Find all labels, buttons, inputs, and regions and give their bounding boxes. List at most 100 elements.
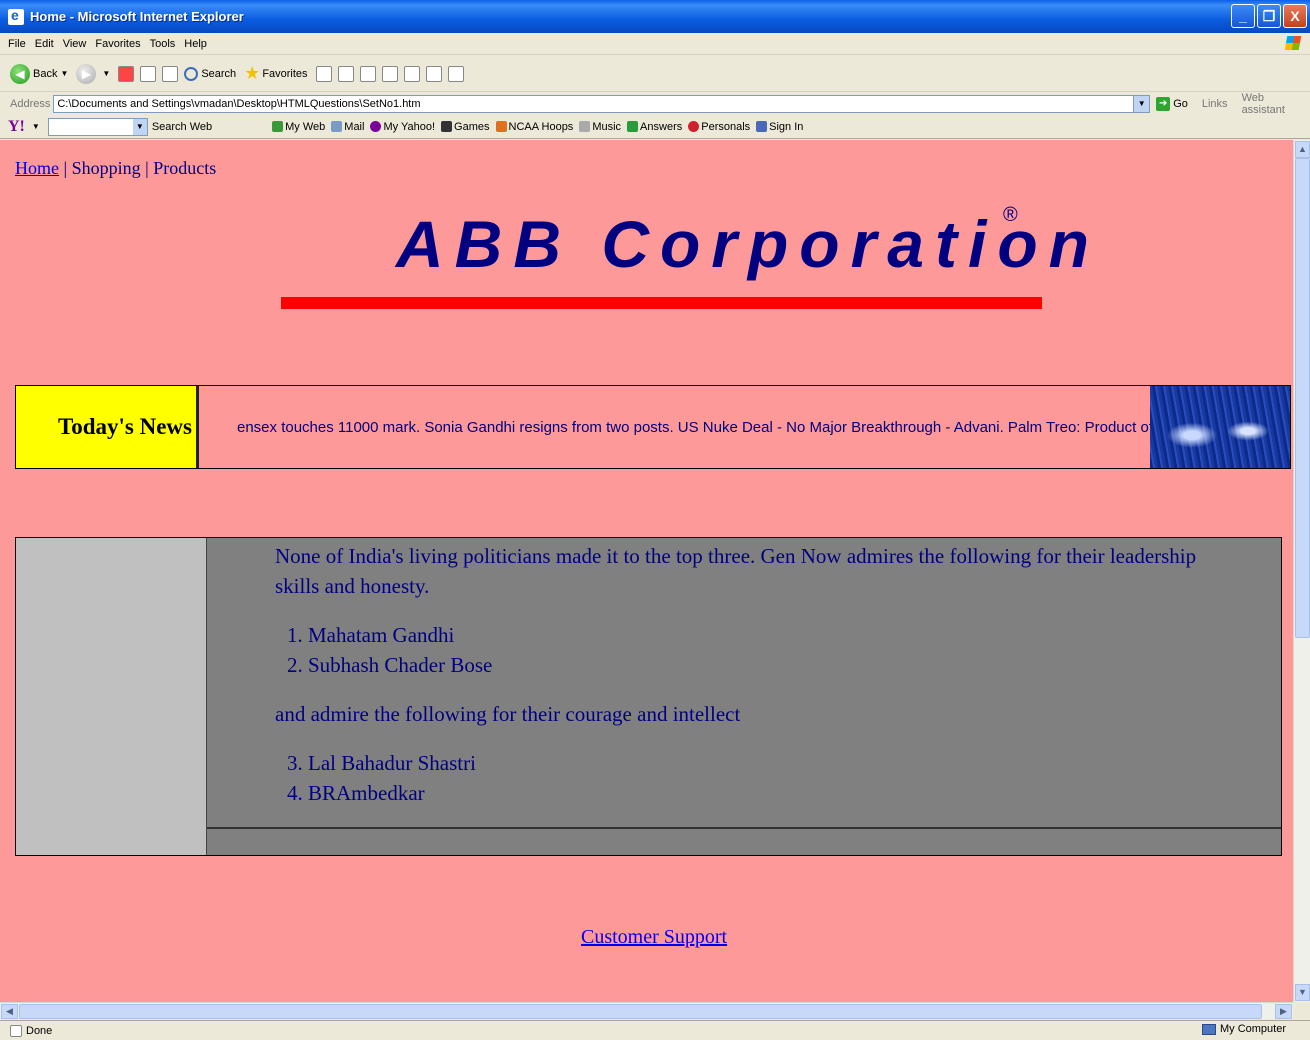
chevron-down-icon[interactable]: ▼ (132, 118, 147, 135)
close-button[interactable]: X (1283, 4, 1307, 28)
windows-logo-icon (1284, 36, 1302, 50)
leaders-list: Mahatam Gandhi Subhash Chader Bose (275, 620, 1211, 680)
news-label: Today's News (16, 386, 199, 468)
yahoo-item-answers[interactable]: Answers (627, 121, 682, 133)
standard-toolbar: ◀ Back ▼ ▶ ▼ Search ★ Favorites (0, 56, 1310, 92)
list-item: BRAmbedkar (308, 778, 1211, 808)
maximize-button[interactable]: ❐ (1257, 4, 1281, 28)
menu-tools[interactable]: Tools (150, 38, 176, 50)
back-label: Back (33, 67, 58, 80)
history-icon[interactable] (315, 65, 332, 82)
page-viewport: Home | Shopping | Products ABB Corporati… (0, 140, 1310, 1002)
address-input[interactable]: C:\Documents and Settings\vmadan\Desktop… (53, 95, 1151, 113)
menu-bar: File Edit View Favorites Tools Help (0, 33, 1310, 55)
yahoo-logo-icon[interactable]: Y! (8, 118, 25, 136)
go-button[interactable]: ➔ Go (1156, 97, 1188, 111)
back-button[interactable]: ◀ Back ▼ (10, 63, 68, 84)
menu-favorites[interactable]: Favorites (95, 38, 140, 50)
content-footer-cell (207, 829, 1281, 855)
news-ticker: ensex touches 11000 mark. Sonia Gandhi r… (237, 418, 1150, 436)
yahoo-item-sign-in[interactable]: Sign In (756, 121, 803, 133)
mail-icon[interactable] (337, 65, 354, 82)
research-icon[interactable] (425, 65, 442, 82)
nav-home-link[interactable]: Home (15, 158, 59, 178)
my-yahoo-icon (370, 121, 382, 132)
web-assistant-button[interactable]: Web assistant (1242, 92, 1310, 116)
company-logo: ABB Corporation (396, 207, 1100, 281)
edit-icon[interactable] (381, 65, 398, 82)
title-bar: Home - Microsoft Internet Explorer _ ❐ X (0, 0, 1310, 33)
search-button[interactable]: Search (184, 66, 237, 81)
content-text: None of India's living politicians made … (207, 538, 1281, 829)
logo-underline (281, 297, 1042, 309)
menu-edit[interactable]: Edit (35, 38, 54, 50)
messenger-icon[interactable] (447, 65, 464, 82)
news-banner: Today's News ensex touches 11000 mark. S… (15, 385, 1291, 469)
favorites-button[interactable]: ★ Favorites (244, 63, 307, 84)
music-icon (579, 121, 591, 132)
notes-icon[interactable] (403, 65, 420, 82)
scroll-thumb[interactable] (19, 1004, 1262, 1019)
search-web-button[interactable]: Search Web (152, 121, 212, 133)
intellect-list: Lal Bahadur Shastri BRAmbedkar (275, 748, 1211, 808)
search-icon (184, 66, 199, 81)
yahoo-item-my-yahoo[interactable]: My Yahoo! (370, 121, 435, 133)
yahoo-search-input[interactable]: ▼ (47, 117, 148, 136)
scroll-left-icon[interactable]: ◀ (1, 1004, 18, 1019)
yahoo-toolbar: Y! ▼ ▼ Search Web My Web Mail My Yahoo! … (0, 115, 1310, 139)
go-label: Go (1173, 98, 1188, 110)
my-yahoo-label: My Yahoo! (383, 120, 436, 133)
side-cell (16, 538, 207, 855)
horizontal-scrollbar[interactable]: ◀ ▶ (0, 1002, 1293, 1019)
home-icon[interactable] (162, 65, 179, 82)
back-arrow-icon: ◀ (10, 63, 30, 84)
stop-icon[interactable] (118, 65, 135, 82)
yahoo-item-ncaa-hoops[interactable]: NCAA Hoops (495, 121, 573, 133)
security-zone: My Computer (1201, 1023, 1286, 1035)
scroll-thumb[interactable] (1295, 158, 1310, 638)
forward-arrow-icon: ▶ (76, 63, 97, 84)
address-value: C:\Documents and Settings\vmadan\Desktop… (57, 98, 421, 110)
yahoo-item-music[interactable]: Music (579, 121, 621, 133)
my-web-icon (272, 121, 284, 132)
content-table: None of India's living politicians made … (15, 537, 1282, 856)
links-button[interactable]: Links (1202, 98, 1228, 110)
answers-icon (627, 121, 639, 132)
menu-view[interactable]: View (63, 38, 87, 50)
list-item: Mahatam Gandhi (308, 620, 1211, 650)
mail-icon (331, 121, 343, 132)
refresh-icon[interactable] (140, 65, 157, 82)
heart-icon (688, 121, 700, 132)
search-label: Search (201, 67, 237, 80)
answers-label: Answers (640, 120, 683, 133)
chevron-down-icon[interactable]: ▼ (1133, 96, 1150, 112)
scroll-right-icon[interactable]: ▶ (1275, 1004, 1292, 1019)
minimize-button[interactable]: _ (1231, 4, 1255, 28)
yahoo-item-mail[interactable]: Mail (331, 121, 364, 133)
customer-support: Customer Support (581, 926, 727, 949)
news-image (1150, 386, 1290, 468)
yahoo-item-games[interactable]: Games (441, 121, 490, 133)
my-web-label: My Web (285, 120, 326, 133)
games-icon (441, 121, 453, 132)
scroll-up-icon[interactable]: ▲ (1295, 141, 1310, 158)
sign-in-icon (756, 121, 768, 132)
customer-support-link[interactable]: Customer Support (581, 926, 727, 948)
menu-help[interactable]: Help (184, 38, 207, 50)
scroll-corner (1293, 1002, 1310, 1019)
basketball-icon (495, 121, 507, 132)
scroll-down-icon[interactable]: ▼ (1295, 984, 1310, 1001)
window-controls: _ ❐ X (1231, 4, 1307, 28)
vertical-scrollbar[interactable]: ▲ ▼ (1293, 140, 1310, 1002)
go-arrow-icon: ➔ (1156, 97, 1171, 111)
print-icon[interactable] (359, 65, 376, 82)
yahoo-item-personals[interactable]: Personals (688, 121, 750, 133)
chevron-down-icon: ▼ (102, 69, 111, 78)
menu-file[interactable]: File (8, 38, 26, 50)
chevron-down-icon[interactable]: ▼ (32, 122, 40, 131)
yahoo-item-my-web[interactable]: My Web (272, 121, 325, 133)
ie-icon (8, 7, 24, 25)
forward-button[interactable]: ▶ ▼ (76, 63, 111, 84)
computer-icon (1201, 1023, 1216, 1035)
address-bar: Address C:\Documents and Settings\vmadan… (0, 92, 1310, 116)
